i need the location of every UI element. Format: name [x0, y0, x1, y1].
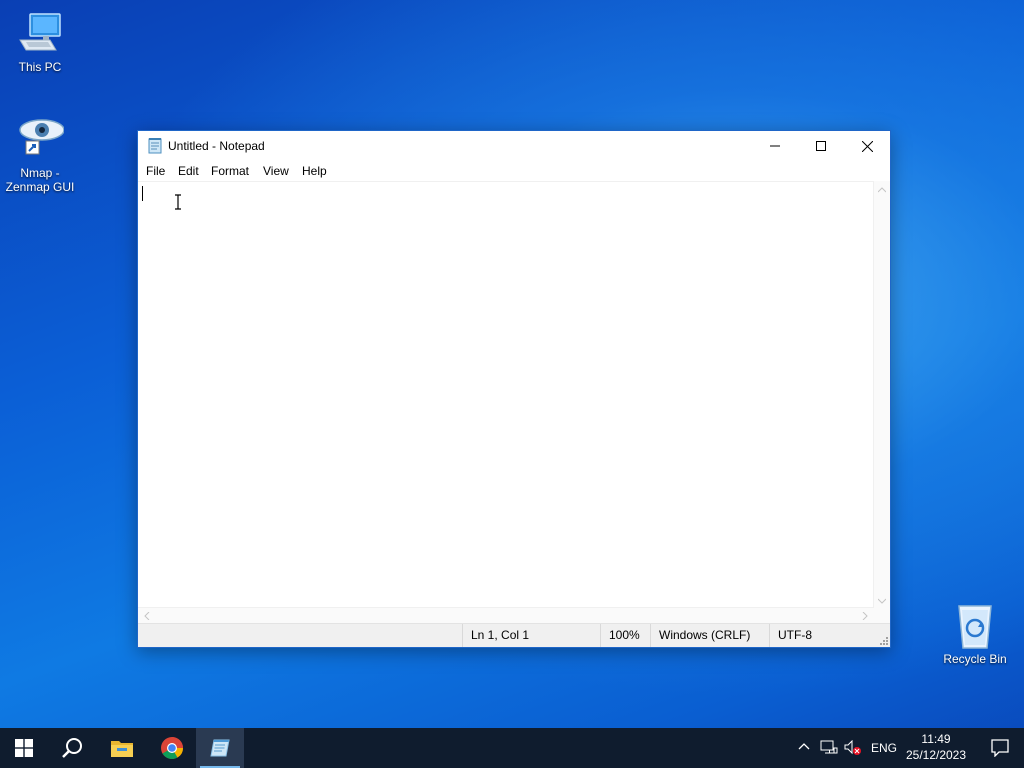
desktop-icon-label: This PC — [18, 60, 62, 74]
search-button[interactable] — [48, 728, 96, 768]
scroll-right-icon[interactable] — [862, 612, 868, 620]
status-zoom: 100% — [600, 624, 650, 647]
minimize-button[interactable] — [752, 131, 798, 161]
menu-bar: File Edit Format View Help — [138, 161, 890, 181]
close-icon — [861, 140, 873, 152]
desktop-icon-label: Recycle Bin — [943, 652, 1007, 666]
status-bar: Ln 1, Col 1 100% Windows (CRLF) UTF-8 — [138, 623, 890, 647]
menu-file[interactable]: File — [146, 164, 165, 178]
status-encoding: UTF-8 — [769, 624, 874, 647]
text-caret — [142, 186, 143, 201]
desktop-icon-nmap[interactable]: Nmap - Zenmap GUI — [0, 116, 80, 194]
scroll-up-icon[interactable] — [878, 187, 886, 193]
desktop-icon-recycle-bin[interactable]: Recycle Bin — [935, 602, 1015, 666]
minimize-icon — [770, 145, 780, 147]
nmap-eye-icon — [16, 116, 65, 164]
scrollbar-corner — [874, 608, 890, 624]
scroll-down-icon[interactable] — [878, 598, 886, 604]
windows-logo-icon — [15, 739, 33, 757]
taskbar-notepad[interactable] — [196, 728, 244, 768]
vertical-scrollbar[interactable] — [873, 181, 890, 608]
scroll-left-icon[interactable] — [144, 612, 150, 620]
desktop-icon-this-pc[interactable]: This PC — [0, 10, 80, 74]
computer-icon — [16, 10, 64, 58]
chrome-icon — [161, 737, 183, 759]
notification-icon — [991, 739, 1009, 757]
menu-view[interactable]: View — [263, 164, 289, 178]
maximize-button[interactable] — [798, 131, 844, 161]
status-position: Ln 1, Col 1 — [462, 624, 600, 647]
menu-format[interactable]: Format — [211, 164, 249, 178]
recycle-bin-icon — [951, 602, 999, 650]
text-editor[interactable] — [138, 181, 874, 608]
action-center-button[interactable] — [976, 728, 1024, 768]
menu-help[interactable]: Help — [302, 164, 327, 178]
volume-muted-icon[interactable] — [844, 740, 862, 756]
close-button[interactable] — [844, 131, 890, 161]
search-icon — [62, 738, 82, 758]
notepad-icon — [210, 739, 230, 757]
notepad-window: Untitled - Notepad File Edit Format View… — [137, 130, 891, 648]
title-bar[interactable]: Untitled - Notepad — [138, 131, 890, 161]
network-icon[interactable] — [820, 740, 838, 756]
resize-grip-icon[interactable] — [878, 635, 888, 645]
taskbar: ENG 11:49 25/12/2023 — [0, 728, 1024, 768]
clock-date: 25/12/2023 — [905, 748, 967, 762]
clock[interactable]: 11:49 25/12/2023 — [902, 731, 970, 763]
window-title: Untitled - Notepad — [168, 139, 265, 153]
status-line-endings: Windows (CRLF) — [650, 624, 769, 647]
start-button[interactable] — [0, 728, 48, 768]
desktop-icon-label: Nmap - Zenmap GUI — [5, 166, 75, 194]
taskbar-chrome[interactable] — [148, 728, 196, 768]
ibeam-cursor-icon — [175, 194, 181, 210]
maximize-icon — [816, 141, 826, 151]
language-indicator[interactable]: ENG — [871, 741, 897, 755]
show-hidden-icons-button[interactable] — [798, 742, 810, 750]
horizontal-scrollbar[interactable] — [138, 607, 874, 624]
notepad-icon — [147, 138, 163, 154]
menu-edit[interactable]: Edit — [178, 164, 199, 178]
taskbar-file-explorer[interactable] — [98, 728, 146, 768]
clock-time: 11:49 — [921, 732, 951, 746]
folder-icon — [111, 741, 133, 757]
